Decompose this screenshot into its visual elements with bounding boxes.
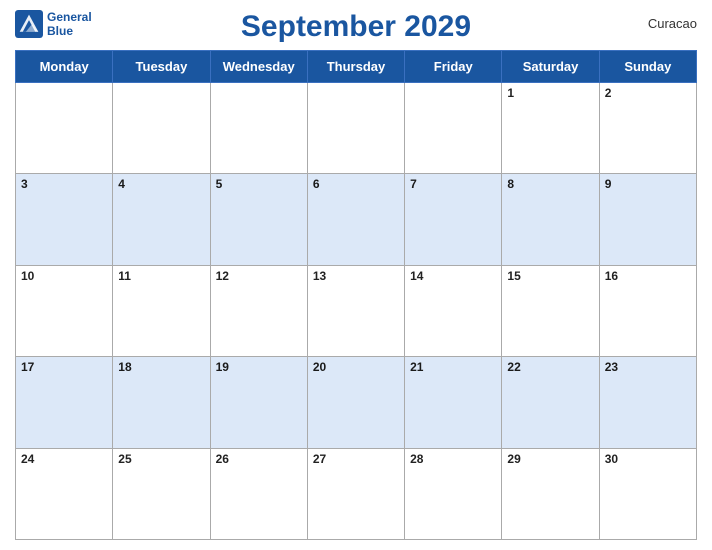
calendar-cell: 18 (113, 357, 210, 448)
calendar-cell: 30 (599, 448, 696, 539)
col-thursday: Thursday (307, 51, 404, 83)
calendar-cell: 29 (502, 448, 599, 539)
calendar-cell: 5 (210, 174, 307, 265)
day-number: 13 (313, 269, 326, 283)
calendar-cell: 17 (16, 357, 113, 448)
day-number: 12 (216, 269, 229, 283)
calendar-cell: 28 (405, 448, 502, 539)
calendar-cell: 15 (502, 265, 599, 356)
day-number: 29 (507, 452, 520, 466)
calendar-cell: 12 (210, 265, 307, 356)
logo-text: General Blue (47, 10, 92, 39)
calendar-week-row: 12 (16, 83, 697, 174)
day-number: 2 (605, 86, 612, 100)
weekday-header-row: Monday Tuesday Wednesday Thursday Friday… (16, 51, 697, 83)
calendar-cell: 8 (502, 174, 599, 265)
logo-icon (15, 10, 43, 38)
day-number: 18 (118, 360, 131, 374)
calendar-cell: 1 (502, 83, 599, 174)
calendar-cell (16, 83, 113, 174)
day-number: 9 (605, 177, 612, 191)
col-friday: Friday (405, 51, 502, 83)
calendar-week-row: 10 11 12 13 14 15 16 (16, 265, 697, 356)
day-number: 28 (410, 452, 423, 466)
col-monday: Monday (16, 51, 113, 83)
calendar-cell: 22 (502, 357, 599, 448)
day-number: 5 (216, 177, 223, 191)
day-number: 30 (605, 452, 618, 466)
page-header: General Blue September 2029 Curacao (15, 10, 697, 44)
calendar-cell (405, 83, 502, 174)
logo: General Blue (15, 10, 92, 39)
day-number: 24 (21, 452, 34, 466)
calendar-cell: 21 (405, 357, 502, 448)
day-number: 3 (21, 177, 28, 191)
logo-line2: Blue (47, 24, 73, 38)
calendar-cell (113, 83, 210, 174)
day-number: 15 (507, 269, 520, 283)
day-number: 23 (605, 360, 618, 374)
day-number: 26 (216, 452, 229, 466)
day-number: 21 (410, 360, 423, 374)
day-number: 16 (605, 269, 618, 283)
day-number: 22 (507, 360, 520, 374)
day-number: 8 (507, 177, 514, 191)
day-number: 17 (21, 360, 34, 374)
col-wednesday: Wednesday (210, 51, 307, 83)
col-sunday: Sunday (599, 51, 696, 83)
calendar-week-row: 3 4 5 6 7 8 9 (16, 174, 697, 265)
calendar-cell: 2 (599, 83, 696, 174)
day-number: 19 (216, 360, 229, 374)
calendar-cell: 24 (16, 448, 113, 539)
day-number: 11 (118, 269, 131, 283)
day-number: 25 (118, 452, 131, 466)
calendar-cell: 14 (405, 265, 502, 356)
calendar-cell: 27 (307, 448, 404, 539)
day-number: 6 (313, 177, 320, 191)
calendar-cell: 20 (307, 357, 404, 448)
region-label: Curacao (648, 16, 697, 31)
day-number: 27 (313, 452, 326, 466)
calendar-cell: 6 (307, 174, 404, 265)
day-number: 4 (118, 177, 125, 191)
calendar-cell: 13 (307, 265, 404, 356)
calendar-cell: 19 (210, 357, 307, 448)
col-tuesday: Tuesday (113, 51, 210, 83)
day-number: 14 (410, 269, 423, 283)
page-title: September 2029 (241, 10, 471, 44)
calendar-page: General Blue September 2029 Curacao Mond… (0, 0, 712, 550)
day-number: 20 (313, 360, 326, 374)
calendar-cell (210, 83, 307, 174)
calendar-cell: 25 (113, 448, 210, 539)
col-saturday: Saturday (502, 51, 599, 83)
calendar-cell: 16 (599, 265, 696, 356)
day-number: 7 (410, 177, 417, 191)
calendar-cell: 26 (210, 448, 307, 539)
calendar-cell (307, 83, 404, 174)
calendar-cell: 11 (113, 265, 210, 356)
day-number: 1 (507, 86, 514, 100)
logo-line1: General (47, 10, 92, 24)
calendar-cell: 23 (599, 357, 696, 448)
calendar-cell: 7 (405, 174, 502, 265)
calendar-cell: 3 (16, 174, 113, 265)
calendar-cell: 4 (113, 174, 210, 265)
calendar-cell: 10 (16, 265, 113, 356)
calendar-week-row: 24 25 26 27 28 29 30 (16, 448, 697, 539)
calendar-week-row: 17 18 19 20 21 22 23 (16, 357, 697, 448)
calendar-table: Monday Tuesday Wednesday Thursday Friday… (15, 50, 697, 540)
day-number: 10 (21, 269, 34, 283)
calendar-cell: 9 (599, 174, 696, 265)
